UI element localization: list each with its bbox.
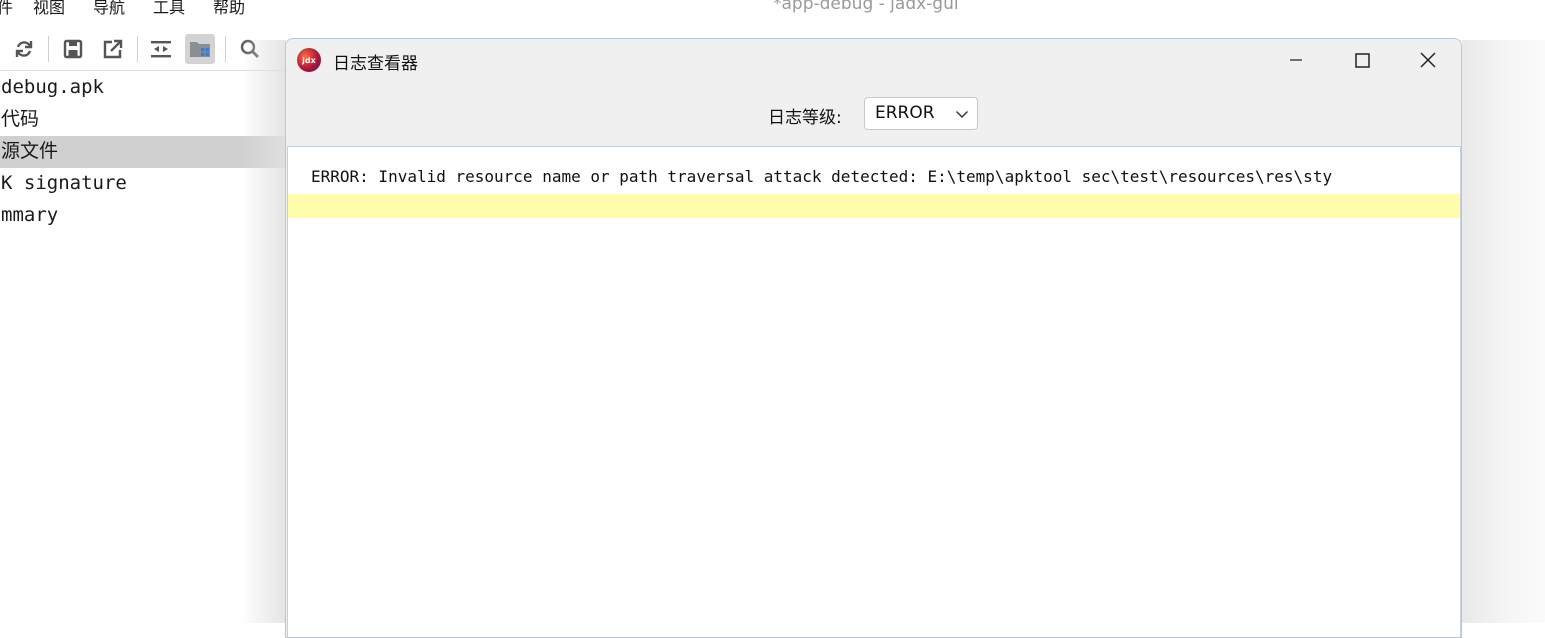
main-window: 件 视图 导航 工具 帮助 *app-debug - jadx-gui debu… <box>0 0 1545 638</box>
jadx-logo-icon: jdx <box>297 48 321 72</box>
sync-icon[interactable] <box>146 34 176 64</box>
chevron-down-icon <box>956 111 968 118</box>
dialog-shadow <box>1462 40 1545 623</box>
maximize-button[interactable] <box>1329 39 1395 81</box>
menu-file[interactable]: 件 <box>0 0 13 18</box>
close-button[interactable] <box>1395 39 1461 81</box>
log-level-value: ERROR <box>875 103 935 123</box>
minimize-icon <box>1290 59 1302 61</box>
close-icon <box>1420 52 1436 68</box>
export-icon[interactable] <box>98 34 128 64</box>
log-text-area[interactable]: ERROR: Invalid resource name or path tra… <box>287 146 1461 637</box>
dialog-titlebar[interactable]: jdx 日志查看器 <box>286 39 1461 81</box>
toolbar-separator <box>137 36 138 62</box>
menu-tools[interactable]: 工具 <box>153 0 185 18</box>
flatten-packages-icon[interactable] <box>185 34 215 64</box>
log-line: ERROR: Invalid resource name or path tra… <box>311 167 1333 186</box>
refresh-icon[interactable] <box>9 34 39 64</box>
maximize-icon <box>1355 53 1370 68</box>
menu-navigation[interactable]: 导航 <box>93 0 125 18</box>
log-level-row: 日志等级: ERROR <box>286 97 1461 131</box>
minimize-button[interactable] <box>1263 39 1329 81</box>
save-icon[interactable] <box>58 34 88 64</box>
log-level-label: 日志等级: <box>768 108 842 128</box>
toolbar-separator <box>225 36 226 62</box>
menu-help[interactable]: 帮助 <box>213 0 245 18</box>
menu-view[interactable]: 视图 <box>33 0 65 18</box>
window-title: *app-debug - jadx-gui <box>773 0 959 14</box>
current-line-highlight <box>288 194 1460 218</box>
log-viewer-dialog: jdx 日志查看器 日志等级: ERROR ERROR: Invalid res… <box>285 38 1462 638</box>
toolbar-separator <box>48 36 49 62</box>
log-level-select[interactable]: ERROR <box>864 97 978 130</box>
dialog-shadow <box>240 40 286 623</box>
dialog-title: 日志查看器 <box>333 54 418 74</box>
